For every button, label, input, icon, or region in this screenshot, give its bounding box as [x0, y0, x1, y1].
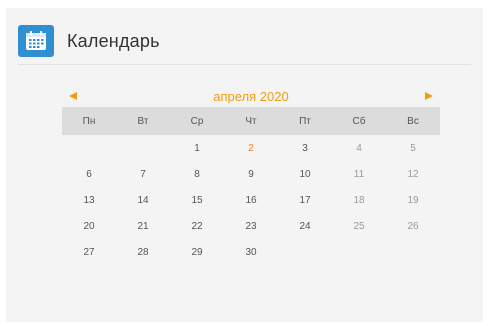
- empty-day-cell: [116, 135, 170, 161]
- month-nav: апреля 2020: [62, 85, 440, 107]
- day-cell[interactable]: 23: [224, 213, 278, 239]
- day-cell[interactable]: 9: [224, 161, 278, 187]
- weekday-header: Пн: [62, 107, 116, 135]
- widget-header: Календарь: [18, 18, 471, 65]
- day-cell[interactable]: 18: [332, 187, 386, 213]
- day-cell[interactable]: 25: [332, 213, 386, 239]
- weekday-header: Ср: [170, 107, 224, 135]
- empty-day-cell: [386, 239, 440, 265]
- day-cell[interactable]: 12: [386, 161, 440, 187]
- day-cell[interactable]: 8: [170, 161, 224, 187]
- week-row: 27 28 29 30: [62, 239, 440, 265]
- day-cell[interactable]: 11: [332, 161, 386, 187]
- widget-title: Календарь: [67, 30, 160, 51]
- day-cell[interactable]: 7: [116, 161, 170, 187]
- week-row: 20 21 22 23 24 25 26: [62, 213, 440, 239]
- calendar-icon: [18, 25, 54, 57]
- next-month-button[interactable]: [418, 88, 440, 104]
- week-row: 13 14 15 16 17 18 19: [62, 187, 440, 213]
- day-cell[interactable]: 28: [116, 239, 170, 265]
- triangle-right-icon: [425, 92, 433, 100]
- day-cell[interactable]: 5: [386, 135, 440, 161]
- day-cell[interactable]: 4: [332, 135, 386, 161]
- day-cell[interactable]: 10: [278, 161, 332, 187]
- month-label: апреля 2020: [213, 88, 289, 104]
- day-cell[interactable]: 26: [386, 213, 440, 239]
- weekday-header: Сб: [332, 107, 386, 135]
- day-cell[interactable]: 2: [224, 135, 278, 161]
- weekday-header: Чт: [224, 107, 278, 135]
- empty-day-cell: [278, 239, 332, 265]
- weekday-header: Вт: [116, 107, 170, 135]
- empty-day-cell: [62, 135, 116, 161]
- day-cell[interactable]: 13: [62, 187, 116, 213]
- day-cell[interactable]: 22: [170, 213, 224, 239]
- calendar-grid: Пн Вт Ср Чт Пт Сб Вс 1 2 3 4 5 6 7 8 9 10 11 12 13 14 15 16 17…: [62, 107, 440, 265]
- day-cell[interactable]: 19: [386, 187, 440, 213]
- empty-day-cell: [332, 239, 386, 265]
- day-cell[interactable]: 6: [62, 161, 116, 187]
- day-cell[interactable]: 16: [224, 187, 278, 213]
- week-row: 12345: [62, 135, 440, 161]
- day-cell[interactable]: 1: [170, 135, 224, 161]
- day-cell[interactable]: 30: [224, 239, 278, 265]
- weekday-header-row: Пн Вт Ср Чт Пт Сб Вс: [62, 107, 440, 135]
- day-cell[interactable]: 24: [278, 213, 332, 239]
- day-cell[interactable]: 17: [278, 187, 332, 213]
- weekday-header: Пт: [278, 107, 332, 135]
- prev-month-button[interactable]: [62, 88, 84, 104]
- day-cell[interactable]: 3: [278, 135, 332, 161]
- day-cell[interactable]: 20: [62, 213, 116, 239]
- day-cell[interactable]: 21: [116, 213, 170, 239]
- calendar-widget: Календарь апреля 2020 Пн Вт Ср Чт Пт Сб Вс 123…: [6, 8, 483, 322]
- weekday-header: Вс: [386, 107, 440, 135]
- day-cell[interactable]: 27: [62, 239, 116, 265]
- week-row: 6 7 8 9 10 11 12: [62, 161, 440, 187]
- day-cell[interactable]: 29: [170, 239, 224, 265]
- calendar: апреля 2020 Пн Вт Ср Чт Пт Сб Вс 1 2 3 4 5 6 7 8 9 10 11…: [62, 85, 440, 265]
- day-cell[interactable]: 15: [170, 187, 224, 213]
- day-cell[interactable]: 14: [116, 187, 170, 213]
- triangle-left-icon: [69, 92, 77, 100]
